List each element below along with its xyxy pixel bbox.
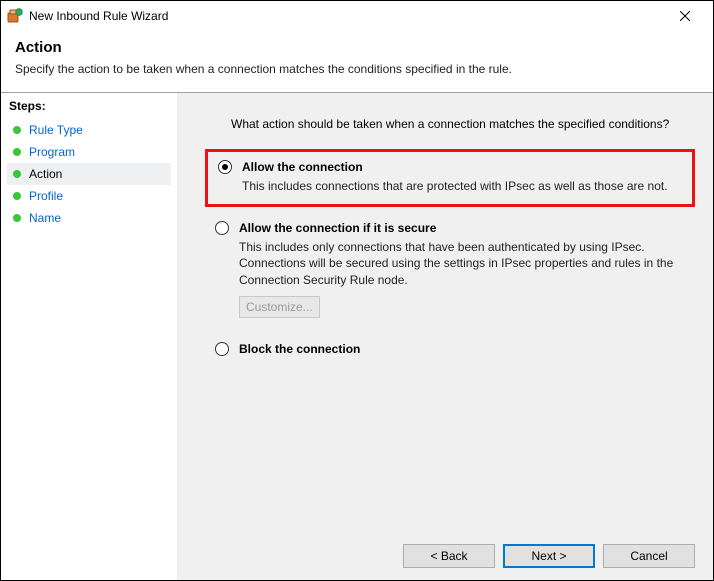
radio-block[interactable] xyxy=(215,342,229,356)
option-desc: This includes only connections that have… xyxy=(239,239,685,288)
step-label: Name xyxy=(29,211,61,225)
steps-heading: Steps: xyxy=(7,99,177,113)
option-title: Block the connection xyxy=(239,342,360,356)
option-allow: Allow the connection This includes conne… xyxy=(205,149,695,207)
steps-sidebar: Steps: Rule Type Program Action Profile … xyxy=(1,93,177,580)
window-title: New Inbound Rule Wizard xyxy=(29,9,168,23)
main-panel: What action should be taken when a conne… xyxy=(177,93,713,580)
step-name[interactable]: Name xyxy=(7,207,171,229)
bullet-icon xyxy=(13,170,21,178)
radio-row[interactable]: Block the connection xyxy=(215,342,685,356)
app-icon xyxy=(7,8,23,24)
radio-row[interactable]: Allow the connection xyxy=(218,160,682,174)
close-button[interactable] xyxy=(662,2,707,30)
step-label: Profile xyxy=(29,189,63,203)
bullet-icon xyxy=(13,148,21,156)
bullet-icon xyxy=(13,126,21,134)
question-text: What action should be taken when a conne… xyxy=(231,117,695,131)
customize-button: Customize... xyxy=(239,296,320,318)
back-button[interactable]: < Back xyxy=(403,544,495,568)
radio-allow[interactable] xyxy=(218,160,232,174)
radio-row[interactable]: Allow the connection if it is secure xyxy=(215,221,685,235)
step-rule-type[interactable]: Rule Type xyxy=(7,119,171,141)
wizard-header: Action Specify the action to be taken wh… xyxy=(1,31,713,86)
step-action[interactable]: Action xyxy=(7,163,171,185)
option-allow-secure: Allow the connection if it is secure Thi… xyxy=(205,213,695,328)
cancel-button[interactable]: Cancel xyxy=(603,544,695,568)
page-title: Action xyxy=(15,39,699,56)
radio-allow-secure[interactable] xyxy=(215,221,229,235)
next-button[interactable]: Next > xyxy=(503,544,595,568)
button-bar: < Back Next > Cancel xyxy=(195,534,695,568)
step-profile[interactable]: Profile xyxy=(7,185,171,207)
step-label: Action xyxy=(29,167,62,181)
wizard-window: New Inbound Rule Wizard Action Specify t… xyxy=(0,0,714,581)
step-program[interactable]: Program xyxy=(7,141,171,163)
options-group: Allow the connection This includes conne… xyxy=(205,149,695,372)
close-icon xyxy=(680,11,690,21)
option-title: Allow the connection xyxy=(242,160,363,174)
bullet-icon xyxy=(13,214,21,222)
page-subtitle: Specify the action to be taken when a co… xyxy=(15,62,699,76)
step-label: Program xyxy=(29,145,75,159)
bullet-icon xyxy=(13,192,21,200)
option-title: Allow the connection if it is secure xyxy=(239,221,436,235)
option-block: Block the connection xyxy=(205,334,695,366)
option-desc: This includes connections that are prote… xyxy=(242,178,682,194)
step-label: Rule Type xyxy=(29,123,83,137)
title-bar: New Inbound Rule Wizard xyxy=(1,1,713,31)
